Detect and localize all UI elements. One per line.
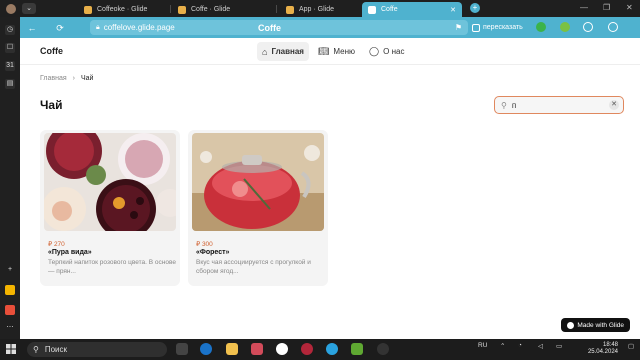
- battery-icon[interactable]: ▭: [556, 342, 562, 350]
- product-name: «Форест»: [196, 249, 230, 256]
- menu-about[interactable]: ◯ О нас: [364, 42, 409, 61]
- app-menu: ⌂ Главная 📖︎ Меню ◯ О нас: [257, 42, 409, 61]
- add-panel-icon[interactable]: +: [5, 265, 15, 275]
- close-tab-icon[interactable]: ✕: [450, 6, 456, 14]
- new-tab-button[interactable]: +: [470, 3, 480, 13]
- telegram-icon[interactable]: [326, 343, 338, 355]
- more-icon[interactable]: ⋯: [5, 323, 15, 333]
- edge-icon[interactable]: [200, 343, 212, 355]
- store-icon[interactable]: [251, 343, 263, 355]
- tab-coffe-glide[interactable]: Coffe · Glide: [172, 2, 272, 17]
- windows-taskbar: ⚲ Поиск RU ⌃ ◔ ◁ ▭ 18:48 25.04.2024 ▢: [0, 339, 640, 360]
- opera-icon[interactable]: [301, 343, 313, 355]
- download-icon[interactable]: [608, 22, 618, 32]
- product-price: ₽ 300: [196, 241, 213, 248]
- search-input[interactable]: ⚲ п ✕: [494, 96, 624, 114]
- app-icon[interactable]: [377, 343, 389, 355]
- forward-icon[interactable]: ⟳: [54, 22, 66, 34]
- product-description: Терпкий напиток розового цвета. В основе…: [48, 259, 176, 275]
- lock-icon: 🔒︎: [96, 23, 100, 31]
- note-icon[interactable]: ▤: [5, 79, 15, 89]
- product-image-pura-vida: [44, 133, 176, 231]
- back-icon[interactable]: ←: [26, 22, 38, 34]
- product-card[interactable]: ₽ 270 «Пура вида» Терпкий напиток розово…: [40, 130, 180, 286]
- tray-expand-icon[interactable]: ⌃: [500, 342, 505, 350]
- app-brand[interactable]: Coffe: [40, 46, 63, 56]
- tab-coffe-active[interactable]: Coffe ✕: [362, 2, 462, 17]
- web-page: Coffe ⌂ Главная 📖︎ Меню ◯ О нас Главная …: [20, 38, 640, 339]
- url-field[interactable]: 🔒︎ coffelove.glide.page Coffe ⚑: [90, 20, 468, 35]
- book-icon: 📖︎: [317, 46, 330, 56]
- extension-check-icon[interactable]: [560, 22, 570, 32]
- calendar-icon[interactable]: 31: [5, 61, 15, 71]
- breadcrumb-home[interactable]: Главная: [40, 75, 67, 82]
- wifi-icon[interactable]: ◔: [518, 342, 522, 349]
- search-icon: ⚲: [501, 100, 507, 110]
- taskbar-search[interactable]: ⚲ Поиск: [27, 342, 167, 357]
- tray-lang[interactable]: RU: [478, 342, 487, 349]
- bookmark-icon[interactable]: ⚑: [455, 23, 462, 32]
- bookmarks-icon[interactable]: ☐: [5, 43, 15, 53]
- breadcrumb-current: Чай: [81, 75, 94, 82]
- profile-avatar[interactable]: [6, 3, 16, 14]
- home-icon: ⌂: [262, 46, 268, 57]
- app-top-nav: Coffe ⌂ Главная 📖︎ Меню ◯ О нас: [20, 38, 640, 65]
- task-view-icon[interactable]: [176, 343, 188, 355]
- search-value[interactable]: п: [512, 101, 516, 110]
- file-explorer-icon[interactable]: [226, 343, 238, 355]
- made-with-glide-badge[interactable]: Made with Glide: [561, 318, 630, 332]
- product-description: Вкус чая ассоциируется с прогулкой и сбо…: [196, 259, 311, 275]
- glide-favicon-icon: [286, 5, 294, 14]
- glide-favicon-icon: [368, 5, 376, 14]
- minimize-icon[interactable]: —: [580, 3, 588, 12]
- glide-favicon-icon: [178, 5, 186, 14]
- product-price: ₽ 270: [48, 241, 65, 248]
- address-bar-row: ← ⟳ 🔒︎ coffelove.glide.page Coffe ⚑ пере…: [20, 17, 640, 38]
- tab-menu-button[interactable]: ⌄: [22, 3, 36, 14]
- tab-app-glide[interactable]: App · Glide: [280, 2, 360, 17]
- menu-menu[interactable]: 📖︎ Меню: [313, 42, 360, 61]
- close-window-icon[interactable]: ✕: [626, 3, 633, 12]
- page-title: Чай: [40, 98, 63, 112]
- app-yellow-icon[interactable]: [5, 285, 15, 295]
- glide-favicon-icon: [84, 5, 92, 14]
- maximize-icon[interactable]: ❐: [603, 3, 610, 12]
- browser-sidebar: ◷ ☐ 31 ▤ + ⋯: [0, 17, 20, 339]
- clear-search-icon[interactable]: ✕: [609, 100, 619, 110]
- notification-icon[interactable]: ▢: [628, 342, 634, 350]
- yandex-browser-icon[interactable]: [276, 343, 288, 355]
- mail-icon[interactable]: [5, 305, 15, 315]
- glide-logo-icon: [567, 321, 575, 329]
- breadcrumb-separator: ›: [72, 75, 75, 82]
- product-image-forest: [192, 133, 324, 231]
- retell-button[interactable]: пересказать: [472, 21, 523, 34]
- extension-green-icon[interactable]: [536, 22, 546, 32]
- tab-coffeoke[interactable]: Coffeoke · Glide: [78, 2, 166, 17]
- extensions-icon[interactable]: [583, 22, 593, 32]
- volume-icon[interactable]: ◁: [538, 342, 543, 350]
- menu-home[interactable]: ⌂ Главная: [257, 42, 309, 61]
- product-card[interactable]: ₽ 300 «Форест» Вкус чая ассоциируется с …: [188, 130, 328, 286]
- excel-icon[interactable]: [351, 343, 363, 355]
- search-icon: ⚲: [33, 345, 39, 354]
- clock[interactable]: 18:48 25.04.2024: [588, 342, 618, 356]
- windows-start-icon[interactable]: [6, 344, 16, 354]
- history-icon[interactable]: ◷: [5, 25, 15, 35]
- chat-icon: ◯: [369, 46, 380, 56]
- retell-icon: [472, 23, 480, 32]
- breadcrumb: Главная › Чай: [40, 75, 93, 82]
- product-name: «Пура вида»: [48, 249, 92, 256]
